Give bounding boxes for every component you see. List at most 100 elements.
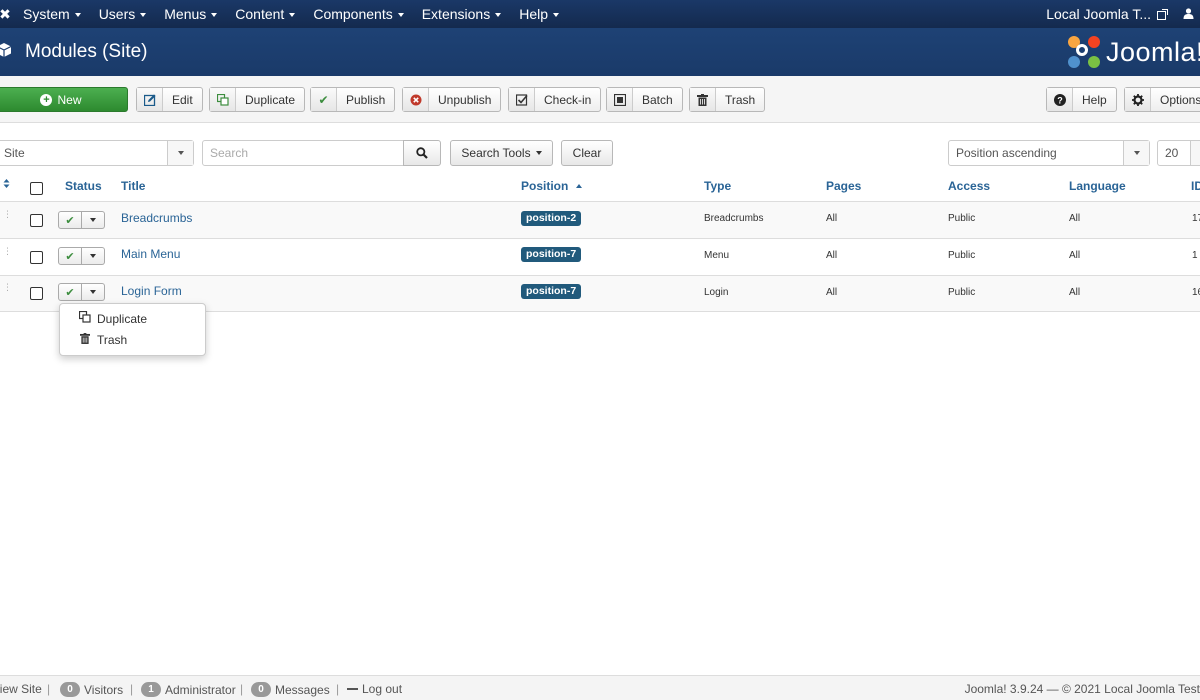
column-language[interactable]: Language: [1069, 179, 1126, 193]
menu-content[interactable]: Content: [235, 6, 304, 22]
checkin-button[interactable]: Check-in: [508, 87, 602, 112]
row-checkbox[interactable]: [30, 287, 43, 300]
status-dropdown-toggle[interactable]: [82, 247, 105, 265]
trash-icon-svg: [697, 93, 708, 106]
navbar-right: Local Joomla T...: [1046, 0, 1200, 28]
menu-users[interactable]: Users: [99, 6, 156, 22]
menu-help[interactable]: Help: [519, 6, 568, 22]
column-title[interactable]: Title: [121, 179, 145, 193]
menu-extensions[interactable]: Extensions: [422, 6, 510, 22]
module-title-link[interactable]: Breadcrumbs: [121, 211, 192, 225]
administrator-badge: 1: [141, 682, 161, 697]
status-dropdown-toggle[interactable]: [82, 211, 105, 229]
search-icon: [416, 147, 428, 159]
menu-components[interactable]: Components: [313, 6, 412, 22]
search-button[interactable]: [403, 140, 441, 166]
column-position[interactable]: Position: [521, 179, 582, 193]
unpublish-button[interactable]: Unpublish: [402, 87, 502, 112]
menu-menus[interactable]: Menus: [164, 6, 226, 22]
clear-button-label: Clear: [572, 146, 602, 160]
row-checkbox[interactable]: [30, 251, 43, 264]
chevron-down-icon: [535, 151, 542, 155]
cube-icon-svg: [0, 43, 12, 57]
options-button[interactable]: Options: [1124, 87, 1200, 112]
messages-indicator[interactable]: 0 Messages: [251, 682, 330, 697]
column-status[interactable]: Status: [65, 179, 102, 193]
gear-icon-svg: [1131, 93, 1144, 106]
cube-icon: [0, 42, 12, 63]
dropdown-trash[interactable]: Trash: [78, 333, 127, 347]
clear-button[interactable]: Clear: [561, 140, 613, 166]
administrator-label: Administrator: [165, 682, 236, 697]
column-pages[interactable]: Pages: [826, 179, 861, 193]
batch-button-label: Batch: [642, 92, 673, 107]
ordering-sort-icon[interactable]: [3, 178, 10, 192]
published-check-icon[interactable]: ✔: [58, 283, 82, 301]
site-link[interactable]: Local Joomla T...: [1046, 6, 1168, 22]
column-type[interactable]: Type: [704, 179, 731, 193]
ordering-select[interactable]: Position ascending: [948, 140, 1150, 166]
limit-select[interactable]: 20: [1157, 140, 1200, 166]
batch-button[interactable]: Batch: [606, 87, 683, 112]
module-title-link[interactable]: Main Menu: [121, 247, 180, 261]
footer-separator: |: [336, 682, 340, 696]
status-footer: View Site | 0 Visitors | 1 Administrator…: [0, 675, 1200, 700]
logo-dot-green: [1087, 56, 1100, 68]
search-tools-button[interactable]: Search Tools: [450, 140, 553, 166]
checkin-icon: [509, 88, 535, 111]
dropdown-trash-label: Trash: [97, 333, 128, 347]
logout-link[interactable]: Log out: [347, 682, 402, 696]
trash-icon-svg: [80, 333, 90, 344]
drag-handle-icon[interactable]: ⋮: [3, 283, 12, 292]
publish-button[interactable]: ✔ Publish: [310, 87, 396, 112]
chevron-down-icon: [74, 13, 81, 18]
dropdown-duplicate[interactable]: Duplicate: [78, 310, 148, 326]
menu-system-label: System: [23, 6, 70, 22]
module-title-link[interactable]: Login Form: [121, 284, 182, 298]
drag-handle-icon[interactable]: ⋮: [3, 247, 12, 256]
trash-icon: [78, 333, 92, 347]
view-site-link[interactable]: View Site: [0, 682, 42, 696]
trash-button[interactable]: Trash: [689, 87, 766, 112]
footer-separator: |: [47, 682, 51, 696]
id-cell: 16: [1192, 287, 1200, 298]
row-checkbox[interactable]: [30, 214, 43, 227]
joomla-logo-mark: [1067, 36, 1100, 68]
user-icon[interactable]: [1176, 7, 1200, 22]
edit-button[interactable]: Edit: [136, 87, 203, 112]
check-icon: ✔: [311, 88, 337, 111]
administrator-indicator[interactable]: 1 Administrator: [141, 682, 236, 697]
status-toggle: ✔: [58, 283, 105, 301]
client-select[interactable]: Site: [0, 140, 194, 166]
pages-cell: All: [826, 250, 838, 261]
access-cell: Public: [948, 213, 976, 224]
logo-dot-red: [1087, 36, 1100, 48]
column-id[interactable]: ID: [1191, 179, 1200, 193]
sort-icon: [3, 179, 10, 188]
duplicate-button[interactable]: Duplicate: [209, 87, 306, 112]
duplicate-icon: [78, 310, 92, 326]
column-access[interactable]: Access: [948, 179, 990, 193]
drag-handle-icon[interactable]: ⋮: [3, 210, 12, 219]
svg-text:?: ?: [1057, 95, 1063, 105]
published-check-icon[interactable]: ✔: [58, 247, 82, 265]
select-all-checkbox[interactable]: [30, 182, 43, 195]
limit-select-value: 20: [1165, 146, 1179, 160]
visitors-indicator[interactable]: 0 Visitors: [60, 682, 123, 697]
new-button[interactable]: + New: [0, 87, 128, 112]
view-site-label: View Site: [0, 682, 42, 696]
status-toggle: ✔: [58, 247, 105, 265]
search-input[interactable]: [202, 140, 404, 166]
new-button-label: New: [57, 92, 82, 107]
help-button[interactable]: ? Help: [1046, 87, 1117, 112]
published-check-icon[interactable]: ✔: [58, 211, 82, 229]
menu-system[interactable]: System: [23, 6, 90, 22]
joomla-icon[interactable]: ✖: [0, 6, 16, 23]
status-dropdown-toggle[interactable]: [82, 283, 105, 301]
pages-cell: All: [826, 287, 838, 298]
chevron-down-icon: [90, 218, 96, 222]
type-cell: Menu: [704, 250, 730, 261]
position-badge: position-7: [521, 284, 582, 299]
dropdown-duplicate-label: Duplicate: [97, 311, 148, 326]
footer-separator: |: [240, 682, 244, 696]
